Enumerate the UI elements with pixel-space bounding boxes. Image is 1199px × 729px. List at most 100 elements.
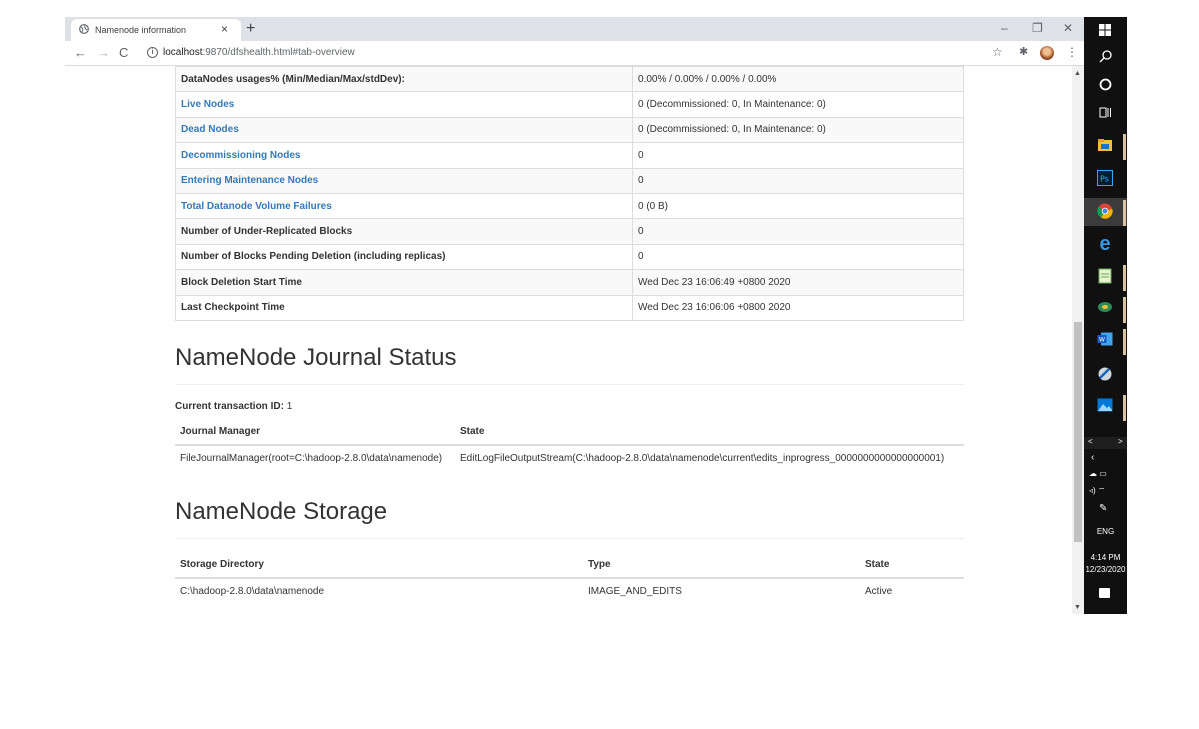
- forward-button[interactable]: →: [97, 46, 110, 60]
- running-indicator: [1123, 297, 1126, 323]
- row-value-cell: 0: [632, 167, 964, 194]
- row-label-cell: Block Deletion Start Time: [175, 269, 633, 296]
- column-header: State: [455, 419, 964, 446]
- notepad-icon[interactable]: [1096, 268, 1114, 286]
- file-explorer-icon[interactable]: [1096, 138, 1114, 156]
- running-indicator: [1123, 265, 1126, 291]
- profile-avatar[interactable]: [1040, 46, 1054, 60]
- row-value-cell: 0 (Decommissioned: 0, In Maintenance: 0): [632, 91, 964, 118]
- row-label-cell: Number of Blocks Pending Deletion (inclu…: [175, 243, 633, 271]
- windows-start-icon[interactable]: [1096, 23, 1114, 41]
- close-window-button[interactable]: ✕: [1063, 20, 1073, 36]
- notifications-icon[interactable]: [1099, 588, 1110, 598]
- browser-tab[interactable]: Namenode information ×: [71, 19, 241, 41]
- edge-icon[interactable]: e: [1096, 234, 1114, 254]
- row-link[interactable]: Total Datanode Volume Failures: [181, 201, 332, 212]
- minimize-button[interactable]: –: [1001, 20, 1008, 36]
- row-label-cell: DataNodes usages% (Min/Median/Max/stdDev…: [175, 66, 633, 93]
- search-icon[interactable]: [1096, 50, 1114, 68]
- page-viewport: DataNodes usages% (Min/Median/Max/stdDev…: [65, 66, 1072, 614]
- url-host: localhost: [163, 47, 203, 58]
- row-value-cell: 0: [632, 218, 964, 245]
- table-row: Number of Under-Replicated Blocks 0: [175, 218, 964, 245]
- reload-button[interactable]: C: [119, 46, 128, 60]
- transaction-value: 1: [286, 401, 293, 412]
- running-indicator: [1123, 329, 1126, 355]
- journal-manager-cell: FileJournalManager(root=C:\hadoop-2.8.0\…: [175, 445, 455, 471]
- task-view-icon[interactable]: [1096, 106, 1114, 124]
- photos-icon[interactable]: [1096, 398, 1114, 416]
- clock-date[interactable]: 12/23/2020: [1084, 565, 1127, 574]
- row-value-cell: 0: [632, 243, 964, 271]
- bookmark-star-icon[interactable]: ☆: [992, 45, 1003, 59]
- row-value-cell: Wed Dec 23 16:06:49 +0800 2020: [632, 269, 964, 296]
- site-info-icon[interactable]: i: [147, 47, 158, 58]
- language-indicator[interactable]: ENG: [1084, 527, 1127, 536]
- word-icon[interactable]: W: [1096, 332, 1114, 350]
- row-label-cell: Dead Nodes: [175, 116, 633, 144]
- close-tab-icon[interactable]: ×: [221, 22, 228, 36]
- address-bar[interactable]: localhost:9870/dfshealth.html#tab-overvi…: [163, 47, 355, 58]
- taskbar-scroll-right-icon[interactable]: >: [1118, 437, 1123, 446]
- column-header: Type: [583, 552, 860, 579]
- journal-state-cell: EditLogFileOutputStream(C:\hadoop-2.8.0\…: [455, 445, 964, 471]
- row-link[interactable]: Entering Maintenance Nodes: [181, 175, 318, 186]
- storage-state-cell: Active: [860, 578, 964, 604]
- table-row: Last Checkpoint Time Wed Dec 23 16:06:06 …: [175, 294, 964, 321]
- tool-app-icon[interactable]: [1096, 366, 1114, 384]
- url-path: :9870/dfshealth.html#tab-overview: [202, 47, 355, 58]
- storage-heading: NameNode Storage: [175, 498, 388, 525]
- clock-time[interactable]: 4:14 PM: [1084, 553, 1127, 562]
- network-app-icon[interactable]: [1096, 300, 1114, 318]
- new-tab-button[interactable]: +: [246, 20, 255, 38]
- divider: [175, 538, 964, 539]
- table-row: Dead Nodes 0 (Decommissioned: 0, In Maint…: [175, 116, 964, 144]
- table-row: Number of Blocks Pending Deletion (inclu…: [175, 243, 964, 271]
- row-label-cell: Live Nodes: [175, 91, 633, 118]
- taskbar-scroll-left-icon[interactable]: <: [1088, 437, 1093, 446]
- chrome-icon[interactable]: [1096, 203, 1114, 221]
- row-value-cell: 0 (0 B): [632, 192, 964, 220]
- scroll-up-icon[interactable]: ▲: [1074, 70, 1081, 77]
- storage-table: Storage Directory Type State C:\hadoop-2…: [175, 552, 964, 604]
- svg-text:Ps: Ps: [1100, 175, 1109, 184]
- pen-icon[interactable]: ✎: [1099, 503, 1107, 514]
- row-value-cell: Wed Dec 23 16:06:06 +0800 2020: [632, 294, 964, 321]
- browser-menu-icon[interactable]: ⋮: [1066, 45, 1078, 59]
- storage-type-cell: IMAGE_AND_EDITS: [583, 578, 860, 604]
- current-transaction: Current transaction ID: 1: [175, 401, 292, 412]
- overview-table: DataNodes usages% (Min/Median/Max/stdDev…: [175, 66, 964, 321]
- storage-directory-cell: C:\hadoop-2.8.0\data\namenode: [175, 578, 583, 604]
- volume-wifi-icon[interactable]: ◃) ⌔: [1089, 486, 1105, 496]
- scrollbar-thumb[interactable]: [1074, 322, 1082, 542]
- column-header: Storage Directory: [175, 552, 583, 579]
- show-hidden-icons-icon[interactable]: ‹: [1091, 452, 1094, 463]
- column-header: State: [860, 552, 964, 579]
- photoshop-icon[interactable]: Ps: [1096, 170, 1114, 188]
- cortana-icon[interactable]: [1096, 78, 1114, 96]
- globe-icon: [79, 24, 89, 34]
- table-row: Total Datanode Volume Failures 0 (0 B): [175, 192, 964, 220]
- running-indicator: [1123, 134, 1126, 160]
- table-row: Live Nodes 0 (Decommissioned: 0, In Maint…: [175, 91, 964, 118]
- back-button[interactable]: ←: [74, 46, 87, 60]
- running-indicator: [1123, 395, 1126, 421]
- row-link[interactable]: Dead Nodes: [181, 124, 239, 135]
- extensions-icon[interactable]: ✱: [1019, 45, 1028, 58]
- restore-button[interactable]: ❐: [1032, 20, 1043, 36]
- scroll-down-icon[interactable]: ▼: [1074, 604, 1081, 611]
- row-link[interactable]: Live Nodes: [181, 99, 234, 110]
- row-label-cell: Total Datanode Volume Failures: [175, 192, 633, 220]
- row-label-cell: Number of Under-Replicated Blocks: [175, 218, 633, 245]
- table-row: Entering Maintenance Nodes 0: [175, 167, 964, 194]
- row-value-cell: 0: [632, 142, 964, 169]
- svg-text:W: W: [1099, 337, 1105, 344]
- table-row: FileJournalManager(root=C:\hadoop-2.8.0\…: [175, 445, 964, 471]
- table-row: C:\hadoop-2.8.0\data\namenode IMAGE_AND_…: [175, 578, 964, 604]
- row-label-cell: Last Checkpoint Time: [175, 294, 633, 321]
- onedrive-battery-icon[interactable]: ☁ ▭: [1089, 469, 1107, 478]
- row-label-cell: Entering Maintenance Nodes: [175, 167, 633, 194]
- row-link[interactable]: Decommissioning Nodes: [181, 150, 300, 161]
- row-value-cell: 0.00% / 0.00% / 0.00% / 0.00%: [632, 66, 964, 93]
- tab-title: Namenode information: [95, 25, 187, 35]
